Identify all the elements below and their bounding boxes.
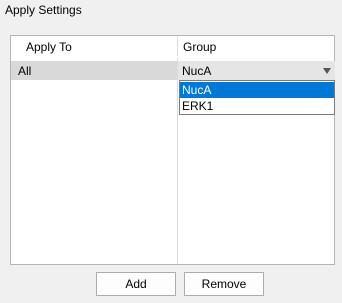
- column-header-apply-to[interactable]: Apply To: [26, 40, 72, 54]
- group-dropdown-list: NucA ERK1: [179, 80, 335, 115]
- group-combobox[interactable]: NucA: [178, 61, 335, 80]
- dropdown-option-erk1[interactable]: ERK1: [180, 98, 334, 114]
- table-header: Apply To Group: [11, 36, 334, 57]
- dropdown-option-nuca[interactable]: NucA: [180, 82, 334, 98]
- add-button[interactable]: Add: [96, 272, 176, 296]
- apply-to-value: All: [18, 64, 32, 78]
- apply-settings-title: Apply Settings: [5, 3, 82, 17]
- table-row-apply-to-cell[interactable]: All: [11, 61, 177, 80]
- dropdown-option-label: NucA: [182, 83, 212, 97]
- remove-button[interactable]: Remove: [184, 272, 264, 296]
- dropdown-option-label: ERK1: [182, 99, 214, 113]
- group-combobox-value: NucA: [182, 64, 212, 78]
- apply-settings-table: Apply To Group All NucA NucA ERK1: [10, 35, 335, 265]
- column-header-group[interactable]: Group: [183, 40, 216, 54]
- chevron-down-icon[interactable]: [323, 68, 331, 74]
